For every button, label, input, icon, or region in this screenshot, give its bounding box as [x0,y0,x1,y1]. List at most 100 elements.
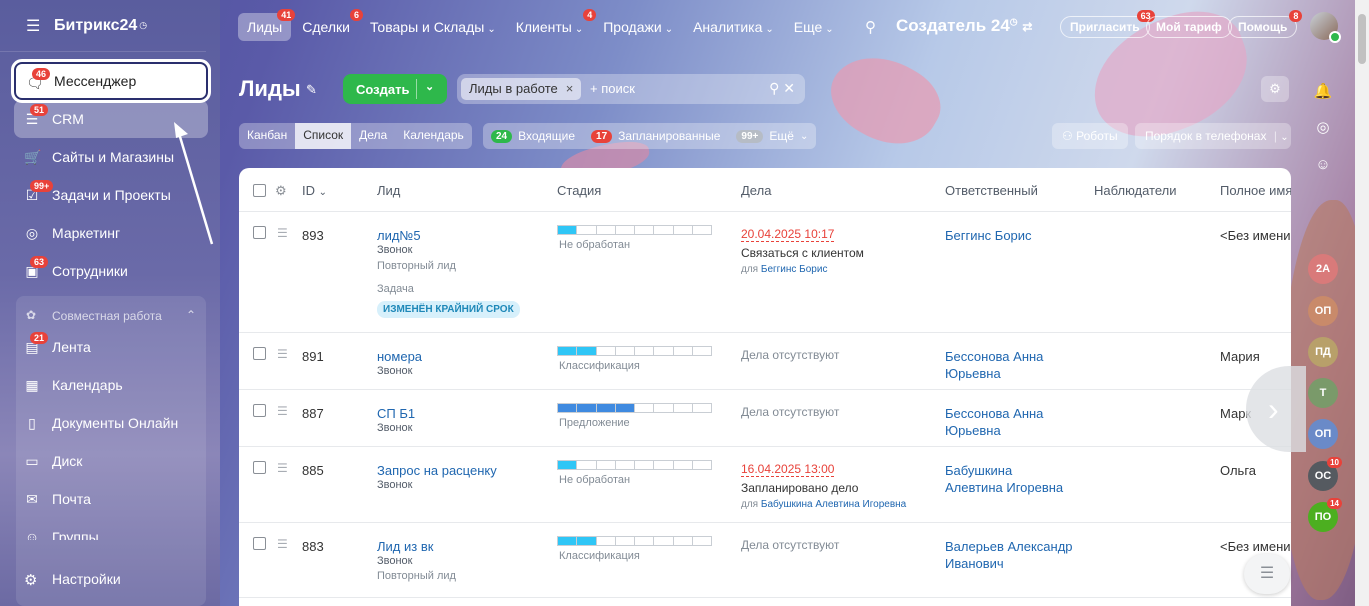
tab-products[interactable]: Товары и Склады ⌄ [361,13,505,41]
table-row[interactable]: ☰ 887 СП Б1 Звонок Предложение Дела отсу… [239,390,1291,447]
chat-bot-icon[interactable]: ☺ [1313,156,1333,173]
robots-button[interactable]: ⚇ Роботы [1052,123,1128,149]
stage-progress[interactable] [557,225,712,235]
portal-name[interactable]: Создатель 24◷ ⇄ [896,16,1032,36]
tab-analytics[interactable]: Аналитика ⌄ [684,13,783,41]
bell-icon[interactable]: 🔔 [1313,82,1333,100]
responsible-link-2[interactable]: Юрьевна [945,423,1001,438]
chevron-down-icon[interactable]: ⌄ [425,80,434,93]
table-row[interactable]: ☰ 883 Лид из вк Звонок Повторный лид Кла… [239,523,1291,598]
view-activities[interactable]: Дела [351,123,395,149]
avatar[interactable]: Т [1308,378,1338,408]
responsible-link[interactable]: Бабушкина [945,463,1012,478]
responsible-link[interactable]: Беггинс Борис [945,228,1032,243]
scrollbar[interactable] [1355,0,1369,606]
responsible-link-2[interactable]: Иванович [945,556,1004,571]
close-icon[interactable]: × [566,81,574,96]
stage-progress[interactable] [557,346,712,356]
avatar[interactable]: ОП [1308,419,1338,449]
column-observers[interactable]: Наблюдатели [1094,183,1177,198]
sidebar-item-disk[interactable]: ▭ Диск [14,442,208,480]
row-checkbox[interactable] [253,347,266,360]
column-fullname[interactable]: Полное имя [1220,183,1291,198]
avatar[interactable]: ОП [1308,296,1338,326]
lead-name-link[interactable]: Запрос на расценку [377,463,497,478]
column-activities[interactable]: Дела [741,183,771,198]
avatar[interactable]: ОС 10 [1308,457,1342,491]
row-checkbox[interactable] [253,404,266,417]
row-checkbox[interactable] [253,537,266,550]
activity-icon[interactable]: ◎ [1313,118,1333,136]
drag-handle-icon[interactable]: ☰ [277,226,289,240]
tariff-button[interactable]: Мой тариф [1146,16,1232,38]
avatar[interactable]: ПО 14 [1308,498,1342,532]
invite-button[interactable]: Пригласить 63 [1060,10,1155,38]
sidebar-item-messenger[interactable]: 🗨 46 Мессенджер [11,59,211,103]
row-checkbox[interactable] [253,461,266,474]
column-stage[interactable]: Стадия [557,183,601,198]
sidebar-item-docs[interactable]: ▯ Документы Онлайн [14,404,208,442]
lead-name-link[interactable]: номера [377,349,422,364]
help-button[interactable]: Помощь 8 [1228,10,1303,38]
lead-name-link[interactable]: Лид из вк [377,539,433,554]
pin-icon[interactable]: ✎ [306,82,317,98]
responsible-link-2[interactable]: Юрьевна [945,366,1001,381]
sidebar-item-calendar[interactable]: ▦ Календарь [14,366,208,404]
view-list[interactable]: Список [295,123,352,149]
drag-handle-icon[interactable]: ☰ [277,404,289,418]
sidebar-item-mail[interactable]: ✉ Почта [14,480,208,518]
tab-clients[interactable]: Клиенты ⌄ 4 [507,9,597,41]
sidebar-item-employees[interactable]: ▣ 63 Сотрудники [14,252,208,290]
responsible-link[interactable]: Бессонова Анна [945,406,1043,421]
search-input[interactable]: + поиск [590,81,635,96]
responsible-link[interactable]: Бессонова Анна [945,349,1043,364]
scrollbar-thumb[interactable] [1358,14,1366,64]
select-all-checkbox[interactable] [253,184,266,197]
menu-icon[interactable]: ☰ [26,16,54,36]
deal-date[interactable]: 16.04.2025 13:00 [741,462,835,477]
column-lead[interactable]: Лид [377,183,400,198]
drag-handle-icon[interactable]: ☰ [277,461,289,475]
menu-fab-icon[interactable]: ☰ [1244,554,1290,594]
stage-progress[interactable] [557,403,712,413]
view-kanban[interactable]: Канбан [239,123,295,149]
avatar[interactable]: 2А [1308,254,1338,284]
search-icon[interactable]: ⚲ [865,18,876,36]
close-icon[interactable]: ✕ [783,80,795,96]
responsible-link-2[interactable]: Алевтина Игоревна [945,480,1063,495]
user-avatar[interactable] [1310,12,1341,43]
tab-leads[interactable]: Лиды 41 [238,9,296,41]
search-icon[interactable]: ⚲ [769,80,779,96]
create-button[interactable]: Создать ⌄ [343,74,447,104]
table-row[interactable]: ☰ 885 Запрос на расценку Звонок Не обраб… [239,447,1291,523]
drag-handle-icon[interactable]: ☰ [277,347,289,361]
settings-gear-icon[interactable]: ⚙ [1261,76,1289,102]
column-settings-icon[interactable]: ⚙ [275,183,287,199]
order-select[interactable]: Порядок в телефонах | ⌄ [1135,123,1291,149]
drag-handle-icon[interactable]: ☰ [277,537,289,551]
deal-for-link[interactable]: Бабушкина Алевтина Игоревна [761,499,906,510]
stage-progress[interactable] [557,536,712,546]
deal-date[interactable]: 20.04.2025 10:17 [741,227,835,242]
avatar[interactable]: ПД [1308,337,1338,367]
counter-planned[interactable]: Запланированные [618,129,720,143]
stage-progress[interactable] [557,460,712,470]
filter-search[interactable]: Лиды в работе × + поиск ⚲ ✕ [457,74,805,104]
view-calendar[interactable]: Календарь [395,123,472,149]
deal-for-link[interactable]: Беггинс Борис [761,264,828,275]
table-row[interactable]: ☰ 891 номера Звонок Классификация Дела о… [239,333,1291,390]
counter-incoming[interactable]: Входящие [518,129,575,143]
tab-deals[interactable]: Сделки 6 [293,9,363,41]
tab-more[interactable]: Еще ⌄ [785,13,843,41]
row-checkbox[interactable] [253,226,266,239]
column-id[interactable]: ID ⌄ [302,183,327,198]
lead-name-link[interactable]: лид№5 [377,228,421,243]
table-row[interactable]: ☰ 893 лид№5 Звонок Повторный лид Задача … [239,212,1291,333]
column-responsible[interactable]: Ответственный [945,183,1038,198]
app-logo[interactable]: ☰ Битрикс24 ◷ [0,0,206,52]
tab-sales[interactable]: Продажи ⌄ [594,13,682,41]
filter-tag[interactable]: Лиды в работе × [461,78,582,100]
sidebar-item-settings[interactable]: ⚙ Настройки [14,560,208,598]
counter-more[interactable]: Ещё [769,129,794,143]
sidebar-item-groups[interactable]: ☺ Группы [14,518,208,540]
